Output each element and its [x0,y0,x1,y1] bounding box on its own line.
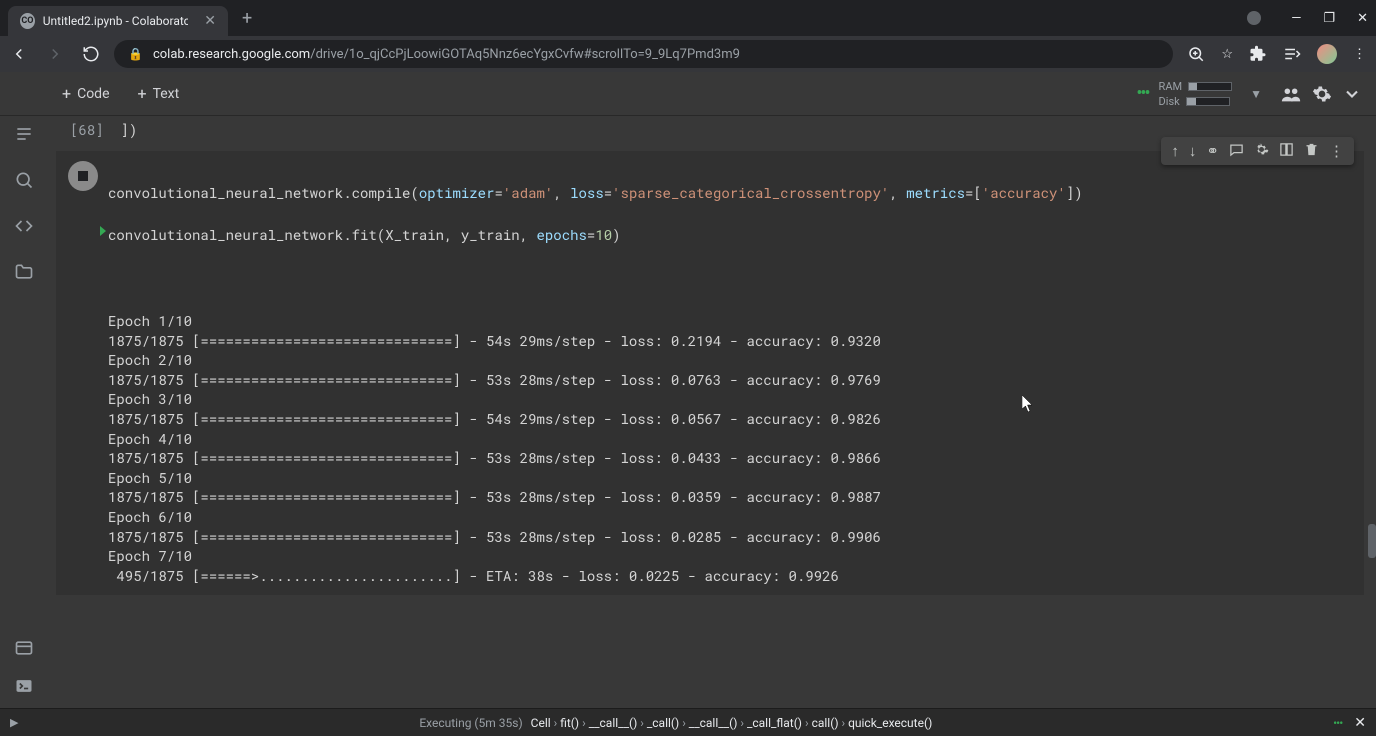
add-text-label: Text [153,86,180,102]
bookmark-icon[interactable]: ☆ [1221,47,1233,62]
back-button[interactable] [10,45,28,63]
stop-execution-button[interactable] [68,161,98,191]
comment-icon[interactable] [1229,142,1244,160]
browser-toolbar: 🔒 colab.research.google.com/drive/1o_qjC… [0,36,1376,72]
nav-buttons [10,45,100,63]
expand-menu-button[interactable] [1342,84,1362,104]
tab-title: Untitled2.ipynb - Colaboratory [43,14,189,28]
cell-menu-icon[interactable]: ⋮ [1329,142,1344,160]
disk-label: Disk [1159,95,1180,108]
close-window-button[interactable]: ✕ [1357,11,1368,26]
url-text: colab.research.google.com/drive/1o_qjCcP… [153,47,740,62]
lock-icon: 🔒 [128,47,143,61]
left-sidebar [0,116,48,708]
status-bar: ▶ Executing (5m 35s) Cell › fit() › __ca… [0,708,1376,736]
zoom-icon[interactable] [1187,45,1205,63]
snippets-icon[interactable] [14,216,34,236]
resource-meter[interactable]: RAM Disk [1159,80,1233,108]
new-tab-button[interactable]: + [242,8,252,29]
close-status-icon[interactable]: ✕ [1354,715,1366,731]
cell-output: Epoch 1/10 1875/1875 [==================… [56,293,1364,595]
add-code-button[interactable]: + Code [56,80,116,107]
active-cell[interactable]: ↑ ↓ ⚭ ⋮ [56,151,1364,595]
notebook-area[interactable]: [68] ]) ↑ ↓ ⚭ ⋮ [48,116,1376,708]
reading-list-icon[interactable] [1283,45,1301,63]
move-cell-up-icon[interactable]: ↑ [1171,142,1179,160]
chrome-menu-icon[interactable]: ⋮ [1353,47,1366,62]
delete-cell-icon[interactable] [1304,142,1319,160]
browser-titlebar: CO Untitled2.ipynb - Colaboratory ✕ + — … [0,0,1376,36]
move-cell-down-icon[interactable]: ↓ [1189,142,1197,160]
ram-label: RAM [1159,80,1183,93]
settings-button[interactable] [1312,84,1332,104]
executing-status: Executing (5m 35s) [419,716,522,730]
cell-settings-icon[interactable] [1254,142,1269,160]
exec-count: [68] [70,120,104,139]
ram-meter [1188,82,1232,91]
link-cell-icon[interactable]: ⚭ [1206,142,1219,160]
connection-status-icon: ••• [1136,83,1148,104]
plus-icon: + [62,84,71,103]
minimize-button[interactable]: — [1291,11,1301,26]
call-stack: Cell › fit() › __call__() › _call() › __… [531,716,933,730]
workspace: [68] ]) ↑ ↓ ⚭ ⋮ [0,116,1376,708]
search-icon[interactable] [14,170,34,190]
files-icon[interactable] [14,262,34,282]
extensions-icon[interactable] [1249,45,1267,63]
share-button[interactable] [1280,83,1302,105]
add-text-button[interactable]: + Text [132,80,186,107]
address-bar[interactable]: 🔒 colab.research.google.com/drive/1o_qjC… [114,40,1173,68]
disk-meter [1186,97,1230,106]
maximize-button[interactable]: ❐ [1323,11,1335,26]
colab-favicon: CO [20,13,35,29]
terminal-icon[interactable] [14,676,34,696]
mirror-cell-icon[interactable] [1279,142,1294,160]
reload-button[interactable] [82,45,100,63]
colab-toolbar: + Code + Text ••• RAM Disk ▼ [0,72,1376,116]
close-tab-icon[interactable]: ✕ [204,13,216,29]
browser-tab[interactable]: CO Untitled2.ipynb - Colaboratory ✕ [8,6,228,36]
profile-avatar[interactable] [1317,44,1337,64]
account-dot-icon[interactable] [1247,11,1261,25]
runtime-menu-caret[interactable]: ▼ [1250,87,1262,101]
status-dots-icon: ••• [1333,716,1342,730]
stop-icon [78,171,88,181]
code-editor[interactable]: convolutional_neural_network.compile(opt… [108,161,1364,287]
variables-icon[interactable] [14,638,34,658]
scrollbar-thumb[interactable] [1368,524,1376,558]
window-controls: — ❐ ✕ [1247,11,1368,26]
status-expand-icon[interactable]: ▶ [10,716,18,729]
prev-cell-code: ]) [120,120,137,139]
toolbar-right: ☆ ⋮ [1187,44,1366,64]
forward-button[interactable] [46,45,64,63]
toc-icon[interactable] [14,124,34,144]
plus-icon: + [138,84,147,103]
add-code-label: Code [77,86,109,102]
